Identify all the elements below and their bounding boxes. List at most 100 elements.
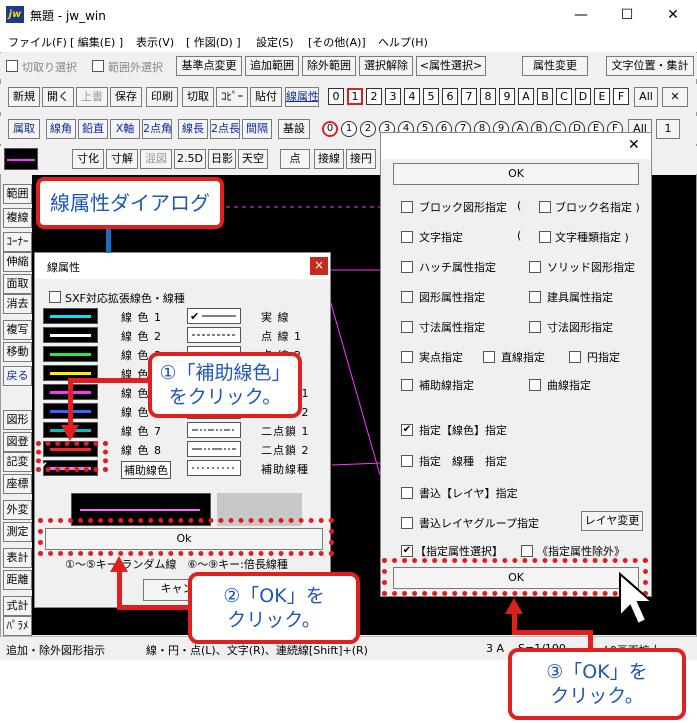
- save-button[interactable]: 保存: [110, 87, 142, 107]
- sidebar-button-7[interactable]: 移動: [3, 342, 32, 362]
- sun-shadow-button[interactable]: 日影: [208, 149, 236, 169]
- point-select-checkbox[interactable]: [401, 351, 413, 363]
- sidebar-button-0[interactable]: 範囲: [3, 184, 32, 204]
- spec-type-checkbox[interactable]: [401, 455, 413, 467]
- layer-button-4[interactable]: 4: [404, 88, 420, 105]
- line-color-label-9[interactable]: 補助線色: [121, 461, 171, 479]
- layer-button-b[interactable]: B: [537, 88, 553, 105]
- sidebar-button-12[interactable]: 座標: [3, 474, 32, 494]
- sidebar-button-4[interactable]: 面取: [3, 274, 32, 294]
- group-button-0[interactable]: 0: [322, 121, 338, 137]
- layer-button-f[interactable]: F: [613, 88, 629, 105]
- line-type-button-8[interactable]: [187, 441, 241, 457]
- layer-button-7[interactable]: 7: [461, 88, 477, 105]
- layer-button-2[interactable]: 2: [366, 88, 382, 105]
- menu-view[interactable]: 表示(V): [136, 34, 174, 50]
- select-option-checkbox-4-a[interactable]: [401, 321, 413, 333]
- line-select-checkbox[interactable]: [483, 351, 495, 363]
- attr-select-checkbox[interactable]: ✔: [401, 545, 413, 557]
- attribute-pick-button[interactable]: 属取: [8, 119, 40, 139]
- line-type-button-2[interactable]: [187, 327, 241, 343]
- sidebar-button-13[interactable]: 外変: [3, 500, 32, 520]
- maximize-button[interactable]: ☐: [612, 4, 642, 26]
- aux-line-select-checkbox[interactable]: [401, 379, 413, 391]
- clear-selection-button[interactable]: 選択解除: [359, 56, 413, 76]
- spec-group-checkbox[interactable]: [401, 517, 413, 529]
- layer-all-button[interactable]: All: [634, 87, 658, 107]
- overwrite-button[interactable]: 上書: [76, 87, 108, 107]
- layer-button-d[interactable]: D: [575, 88, 591, 105]
- select-dialog-ok-top-button[interactable]: OK: [393, 163, 639, 185]
- layer-button-0[interactable]: 0: [328, 88, 344, 105]
- base-point-change-button[interactable]: 基準点変更: [176, 56, 242, 76]
- layer-button-3[interactable]: 3: [385, 88, 401, 105]
- vertical-button[interactable]: 鉛直: [78, 119, 108, 139]
- text-position-button[interactable]: 文字位置・集計: [606, 56, 694, 76]
- sidebar-button-6[interactable]: 複写: [3, 320, 32, 340]
- select-option-checkbox-2-a[interactable]: [401, 261, 413, 273]
- cut-button[interactable]: 切取: [182, 87, 214, 107]
- sidebar-button-11[interactable]: 記変: [3, 452, 32, 472]
- paste-button[interactable]: 貼付: [250, 87, 282, 107]
- sidebar-button-9[interactable]: 図形: [3, 410, 32, 430]
- select-option-checkbox-1-b[interactable]: [539, 231, 551, 243]
- add-range-button[interactable]: 追加範囲: [245, 56, 299, 76]
- line-type-button-9[interactable]: [187, 460, 241, 476]
- attribute-select-button[interactable]: <属性選択>: [416, 56, 486, 76]
- select-option-checkbox-3-a[interactable]: [401, 291, 413, 303]
- sidebar-button-17[interactable]: 式計: [3, 596, 32, 616]
- select-dialog-close-icon[interactable]: ✕: [628, 137, 640, 153]
- select-option-checkbox-1-a[interactable]: [401, 231, 413, 243]
- select-option-checkbox-2-b[interactable]: [529, 261, 541, 273]
- minimize-button[interactable]: —: [566, 4, 596, 26]
- group-button-2[interactable]: 2: [360, 121, 376, 137]
- base-setting-button[interactable]: 基設: [278, 119, 310, 139]
- point-button[interactable]: 点: [280, 149, 310, 169]
- select-option-checkbox-0-b[interactable]: [539, 201, 551, 213]
- copy-button[interactable]: ｺﾋﾟｰ: [216, 87, 248, 107]
- line-color-swatch-1[interactable]: [43, 308, 98, 324]
- sidebar-button-1[interactable]: 複線: [3, 208, 32, 228]
- line-type-button-7[interactable]: [187, 422, 241, 438]
- curve-select-checkbox[interactable]: [529, 379, 541, 391]
- mixed-drawing-button[interactable]: 混図: [140, 149, 172, 169]
- menu-edit[interactable]: [ 編集(E) ]: [70, 34, 123, 50]
- outside-select-checkbox[interactable]: [92, 60, 104, 72]
- layer-button-e[interactable]: E: [594, 88, 610, 105]
- line-color-label-1[interactable]: 線 色 1: [121, 309, 162, 325]
- sidebar-button-14[interactable]: 測定: [3, 522, 32, 542]
- attribute-change-button[interactable]: 属性変更: [522, 56, 588, 76]
- select-option-checkbox-3-b[interactable]: [529, 291, 541, 303]
- group-one-button[interactable]: 1: [656, 119, 680, 139]
- menu-settings[interactable]: 設定(S): [256, 34, 294, 50]
- cut-select-checkbox[interactable]: [6, 60, 18, 72]
- sidebar-button-2[interactable]: ｺｰﾅｰ: [3, 232, 32, 252]
- sidebar-button-16[interactable]: 距離: [3, 570, 32, 590]
- layer-button-8[interactable]: 8: [480, 88, 496, 105]
- menu-draw[interactable]: [ 作図(D) ]: [186, 34, 241, 50]
- interval-button[interactable]: 間隔: [242, 119, 272, 139]
- spec-color-checkbox[interactable]: ✔: [401, 424, 413, 436]
- line-color-label-8[interactable]: 線 色 8: [121, 442, 162, 458]
- sky-button[interactable]: 天空: [238, 149, 268, 169]
- spec-layer-checkbox[interactable]: [401, 487, 413, 499]
- sidebar-button-15[interactable]: 表計: [3, 548, 32, 568]
- menu-file[interactable]: ファイル(F): [8, 34, 67, 50]
- line-dialog-close-icon[interactable]: ×: [310, 257, 328, 275]
- select-option-checkbox-0-a[interactable]: [401, 201, 413, 213]
- select-option-checkbox-4-b[interactable]: [529, 321, 541, 333]
- layer-cross-button[interactable]: ✕: [662, 87, 688, 107]
- close-button[interactable]: ✕: [658, 4, 688, 26]
- sxf-extended-checkbox[interactable]: [49, 291, 61, 303]
- dim-release-button[interactable]: 寸解: [106, 149, 138, 169]
- sidebar-button-5[interactable]: 消去: [3, 294, 32, 314]
- line-length-button[interactable]: 線長: [178, 119, 208, 139]
- print-button[interactable]: 印刷: [146, 87, 178, 107]
- layer-button-9[interactable]: 9: [499, 88, 515, 105]
- two-point-length-button[interactable]: 2点長: [210, 119, 240, 139]
- layer-change-button[interactable]: レイヤ変更: [581, 511, 643, 531]
- line-color-swatch-2[interactable]: [43, 327, 98, 343]
- x-axis-button[interactable]: X軸: [110, 119, 140, 139]
- line-angle-button[interactable]: 線角: [46, 119, 76, 139]
- group-button-1[interactable]: 1: [341, 121, 357, 137]
